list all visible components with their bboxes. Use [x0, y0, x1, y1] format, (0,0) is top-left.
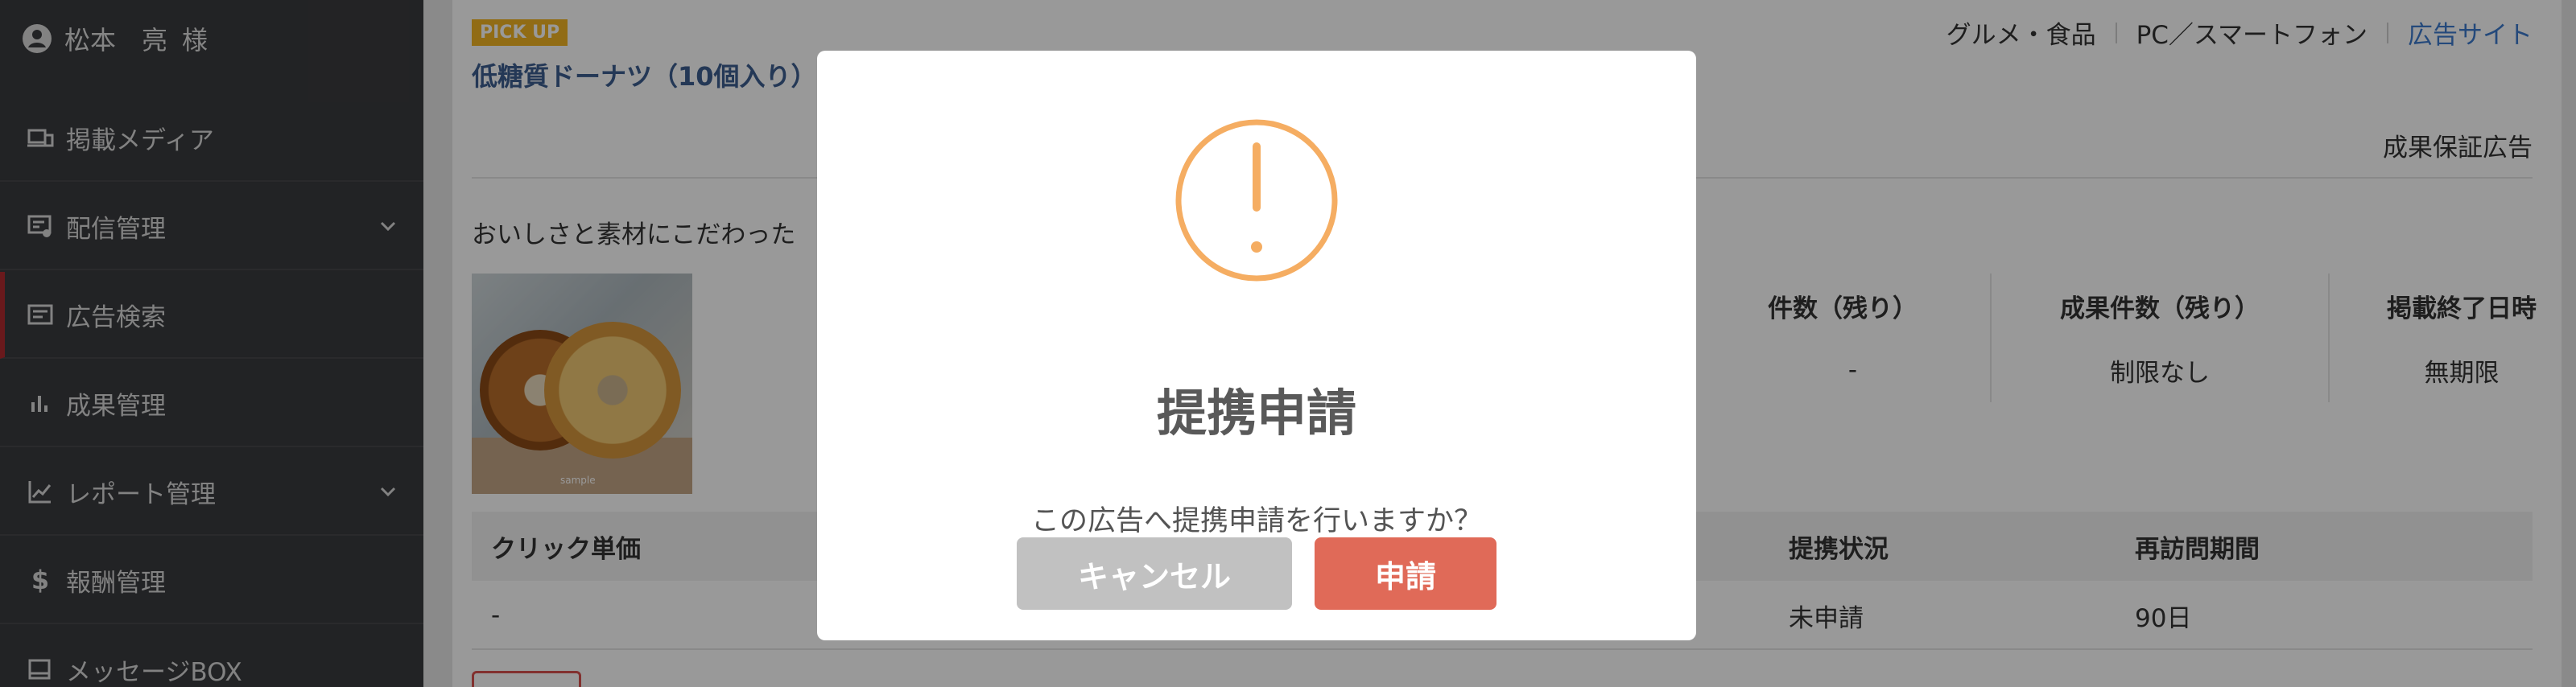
apply-button[interactable]: 申請: [1315, 537, 1496, 610]
cancel-button[interactable]: キャンセル: [1017, 537, 1292, 610]
confirm-dialog: 提携申請 この広告へ提携申請を行いますか？ キャンセル 申請: [817, 51, 1696, 640]
dialog-title: 提携申請: [1156, 384, 1356, 442]
dialog-message: この広告へ提携申請を行いますか？: [1030, 505, 1482, 537]
warning-icon: [1175, 119, 1338, 282]
